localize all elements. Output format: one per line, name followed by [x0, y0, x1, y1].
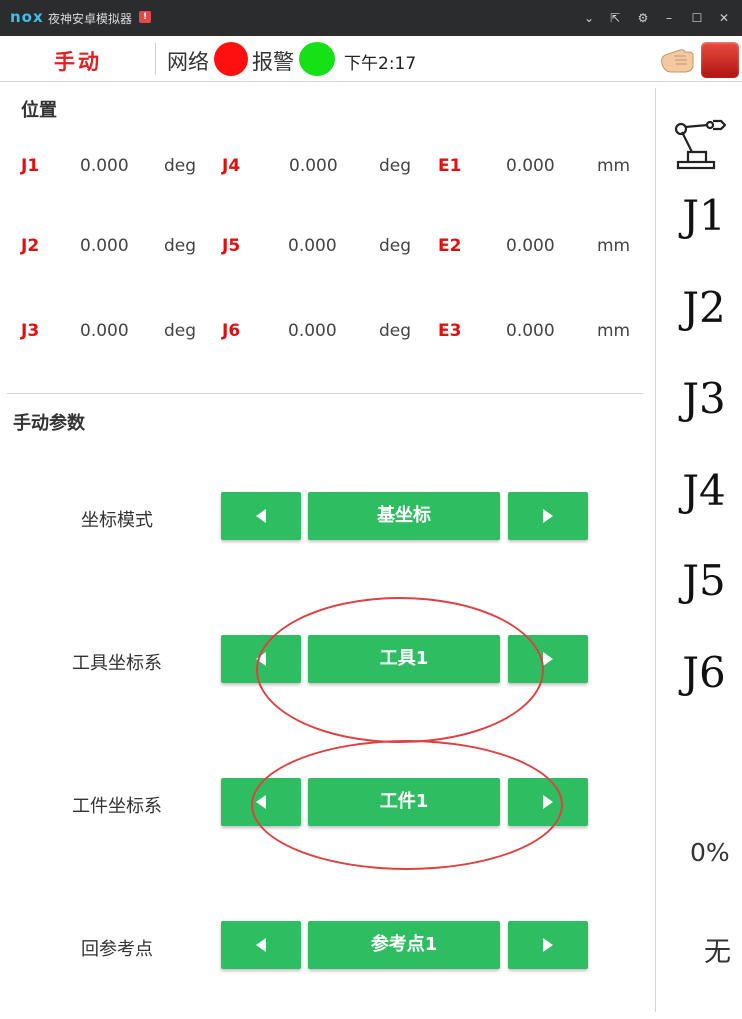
axis-value: 0.000: [506, 236, 555, 256]
coord-mode-value-button[interactable]: 基坐标: [308, 492, 500, 540]
axis-value: 0.000: [506, 321, 555, 341]
speed-percentage[interactable]: 0%: [690, 838, 730, 867]
axis-value: 0.000: [289, 156, 338, 176]
axis-label: J4: [222, 156, 241, 176]
tool-frame-prev-button[interactable]: [221, 635, 301, 683]
jog-axis-j1[interactable]: J1: [670, 191, 738, 240]
position-row: J1 0.000 deg J4 0.000 deg E1 0.000 mm: [0, 156, 642, 186]
axis-value: 0.000: [288, 236, 337, 256]
axis-unit: deg: [379, 156, 412, 176]
axis-unit: mm: [597, 321, 631, 341]
workpiece-frame-next-button[interactable]: [508, 778, 588, 826]
settings-gear-icon[interactable]: ⚙: [635, 10, 651, 26]
param-label-coord-mode: 坐标模式: [81, 510, 153, 531]
position-row: J2 0.000 deg J5 0.000 deg E2 0.000 mm: [0, 236, 642, 266]
coord-mode-prev-button[interactable]: [221, 492, 301, 540]
param-label-reference-point: 回参考点: [81, 939, 153, 960]
workpiece-frame-value-button[interactable]: 工件1: [308, 778, 500, 826]
arrow-left-icon: [256, 938, 266, 952]
axis-label: J2: [21, 236, 40, 256]
maximize-icon[interactable]: ☐: [689, 10, 705, 26]
alarm-label: 报警: [252, 50, 294, 74]
axis-label: E3: [438, 321, 462, 341]
axis-unit: deg: [164, 236, 197, 256]
panel-divider: [655, 88, 656, 1012]
axis-label: E2: [438, 236, 462, 256]
tool-frame-value-button[interactable]: 工具1: [308, 635, 500, 683]
axis-value: 0.000: [80, 156, 129, 176]
header-divider: [155, 43, 156, 75]
axis-label: J3: [21, 321, 40, 341]
status-text: 无: [704, 937, 731, 968]
axis-unit: mm: [597, 156, 631, 176]
param-label-tool-frame: 工具坐标系: [72, 653, 162, 674]
emergency-stop-button[interactable]: [701, 42, 739, 78]
close-icon[interactable]: ✕: [716, 10, 732, 26]
axis-unit: mm: [597, 236, 631, 256]
tool-frame-next-button[interactable]: [508, 635, 588, 683]
network-status-indicator: [214, 42, 248, 76]
axis-unit: deg: [164, 156, 197, 176]
axis-label: E1: [438, 156, 462, 176]
window-titlebar: nox 夜神安卓模拟器 ! ⌄ ⇱ ⚙ – ☐ ✕: [0, 0, 742, 36]
clock-time: 下午2:17: [344, 54, 417, 74]
status-header: 手动 网络 报警 下午2:17: [0, 36, 742, 82]
axis-value: 0.000: [288, 321, 337, 341]
param-label-workpiece-frame: 工件坐标系: [72, 796, 162, 817]
hand-enable-icon[interactable]: [656, 42, 696, 76]
pin-icon[interactable]: ⇱: [607, 10, 623, 26]
axis-unit: deg: [379, 236, 412, 256]
alarm-status-indicator: [299, 42, 335, 76]
jog-axis-j5[interactable]: J5: [670, 556, 738, 605]
position-row: J3 0.000 deg J6 0.000 deg E3 0.000 mm: [0, 321, 642, 351]
jog-axis-j6[interactable]: J6: [670, 648, 738, 697]
axis-value: 0.000: [506, 156, 555, 176]
network-label: 网络: [167, 50, 209, 74]
reference-point-next-button[interactable]: [508, 921, 588, 969]
reference-point-value-button[interactable]: 参考点1: [308, 921, 500, 969]
axis-value: 0.000: [80, 321, 129, 341]
nox-logo: nox: [10, 8, 44, 26]
chevron-down-icon[interactable]: ⌄: [581, 10, 597, 26]
window-title: 夜神安卓模拟器: [48, 12, 133, 26]
section-divider: [7, 393, 643, 394]
workpiece-frame-prev-button[interactable]: [221, 778, 301, 826]
mode-label[interactable]: 手动: [54, 46, 102, 76]
position-title: 位置: [21, 100, 57, 121]
warning-badge-icon[interactable]: !: [139, 11, 151, 23]
arrow-right-icon: [543, 509, 553, 523]
minimize-icon[interactable]: –: [661, 10, 677, 26]
arrow-left-icon: [256, 795, 266, 809]
axis-label: J1: [21, 156, 40, 176]
jog-axis-j4[interactable]: J4: [670, 466, 738, 515]
arrow-left-icon: [256, 652, 266, 666]
reference-point-prev-button[interactable]: [221, 921, 301, 969]
axis-unit: deg: [379, 321, 412, 341]
axis-unit: deg: [164, 321, 197, 341]
jog-axis-j2[interactable]: J2: [670, 283, 738, 332]
jog-axis-j3[interactable]: J3: [670, 374, 738, 423]
arrow-left-icon: [256, 509, 266, 523]
coord-mode-next-button[interactable]: [508, 492, 588, 540]
arrow-right-icon: [543, 652, 553, 666]
axis-label: J5: [222, 236, 241, 256]
app-area: 手动 网络 报警 下午2:17 位置 J1 0.000 deg J4 0.000…: [0, 36, 742, 1019]
axis-label: J6: [222, 321, 241, 341]
manual-params-title: 手动参数: [13, 413, 85, 434]
robot-arm-icon[interactable]: [672, 118, 726, 172]
arrow-right-icon: [543, 795, 553, 809]
arrow-right-icon: [543, 938, 553, 952]
axis-value: 0.000: [80, 236, 129, 256]
